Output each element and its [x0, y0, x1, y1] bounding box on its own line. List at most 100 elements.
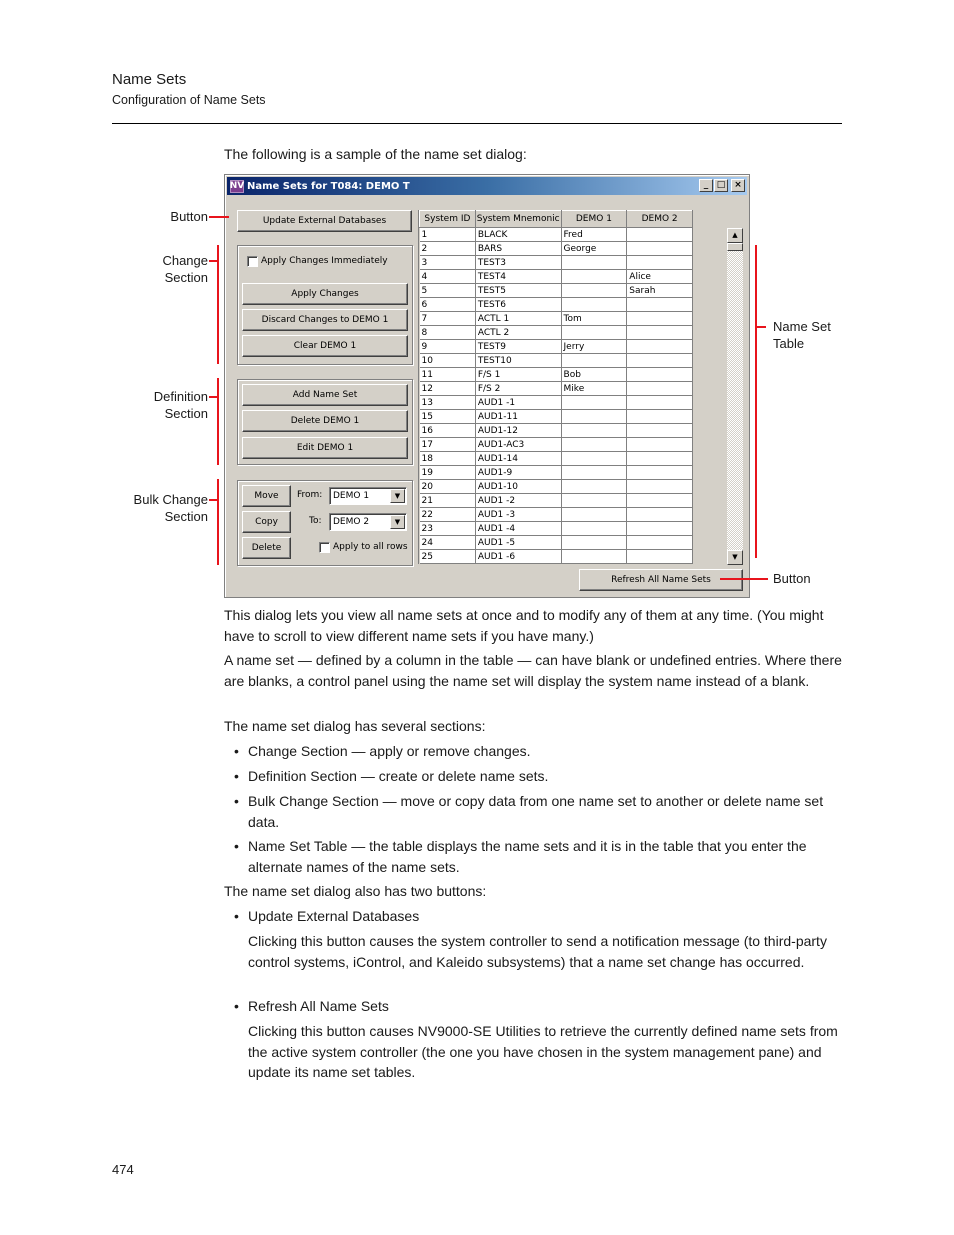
table-cell[interactable] [626, 353, 693, 368]
apply-changes-button[interactable]: Apply Changes [242, 283, 408, 305]
table-row[interactable]: 7 ACTL 1 Tom [419, 311, 693, 326]
table-cell[interactable]: 12 [419, 381, 476, 396]
table-cell[interactable] [626, 409, 693, 424]
column-header[interactable]: DEMO 2 [626, 210, 693, 228]
table-cell[interactable] [626, 549, 693, 564]
table-cell[interactable] [626, 507, 693, 522]
table-cell[interactable]: 23 [419, 521, 476, 536]
table-row[interactable]: 20 AUD1-10 [419, 479, 693, 494]
table-cell[interactable]: F/S 1 [475, 367, 562, 382]
table-cell[interactable]: AUD1 -4 [475, 521, 562, 536]
table-cell[interactable] [626, 437, 693, 452]
table-cell[interactable]: 16 [419, 423, 476, 438]
table-cell[interactable] [561, 255, 628, 270]
table-cell[interactable]: AUD1 -5 [475, 535, 562, 550]
table-cell[interactable]: AUD1-10 [475, 479, 562, 494]
table-row[interactable]: 21 AUD1 -2 [419, 493, 693, 508]
copy-button[interactable]: Copy [242, 511, 291, 533]
table-row[interactable]: 11 F/S 1 Bob [419, 367, 693, 382]
table-cell[interactable]: AUD1-9 [475, 465, 562, 480]
table-cell[interactable]: AUD1-11 [475, 409, 562, 424]
table-cell[interactable]: TEST9 [475, 339, 562, 354]
table-row[interactable]: 25 AUD1 -6 [419, 549, 693, 564]
column-header[interactable]: System Mnemonic [474, 210, 562, 228]
table-cell[interactable]: AUD1 -2 [475, 493, 562, 508]
chevron-down-icon[interactable]: ▼ [390, 489, 405, 503]
table-cell[interactable]: Fred [561, 227, 628, 242]
table-cell[interactable]: 8 [419, 325, 476, 340]
minimize-button[interactable]: _ [699, 179, 713, 192]
table-cell[interactable] [626, 325, 693, 340]
table-cell[interactable] [626, 423, 693, 438]
table-row[interactable]: 9 TEST9 Jerry [419, 339, 693, 354]
chevron-down-icon[interactable]: ▼ [390, 515, 405, 529]
dialog-titlebar[interactable]: NV Name Sets for T084: DEMO T _ □ × [227, 177, 747, 195]
table-cell[interactable] [626, 227, 693, 242]
table-cell[interactable]: TEST10 [475, 353, 562, 368]
table-row[interactable]: 2 BARS George [419, 241, 693, 256]
table-cell[interactable]: TEST4 [475, 269, 562, 284]
column-header[interactable]: System ID [419, 210, 476, 228]
table-cell[interactable] [626, 521, 693, 536]
table-cell[interactable]: 20 [419, 479, 476, 494]
table-row[interactable]: 18 AUD1-14 [419, 451, 693, 466]
from-dropdown[interactable]: DEMO 1 ▼ [329, 487, 407, 505]
apply-changes-immediately-checkbox[interactable] [247, 256, 258, 267]
scroll-up-icon[interactable]: ▲ [727, 228, 743, 243]
delete-name-set-button[interactable]: Delete DEMO 1 [242, 410, 408, 432]
table-cell[interactable]: AUD1 -6 [475, 549, 562, 564]
table-cell[interactable] [626, 493, 693, 508]
discard-changes-button[interactable]: Discard Changes to DEMO 1 [242, 309, 408, 331]
table-cell[interactable]: 22 [419, 507, 476, 522]
table-cell[interactable]: 13 [419, 395, 476, 410]
table-cell[interactable] [561, 521, 628, 536]
table-cell[interactable] [561, 437, 628, 452]
table-cell[interactable]: AUD1-AC3 [475, 437, 562, 452]
table-cell[interactable] [626, 367, 693, 382]
table-cell[interactable]: 6 [419, 297, 476, 312]
delete-button[interactable]: Delete [242, 537, 291, 559]
table-cell[interactable]: BARS [475, 241, 562, 256]
table-cell[interactable]: 1 [419, 227, 476, 242]
table-cell[interactable] [561, 269, 628, 284]
move-button[interactable]: Move [242, 485, 291, 507]
table-cell[interactable]: Jerry [561, 339, 628, 354]
table-cell[interactable] [626, 339, 693, 354]
table-row[interactable]: 16 AUD1-12 [419, 423, 693, 438]
column-header[interactable]: DEMO 1 [560, 210, 628, 228]
table-cell[interactable]: AUD1-14 [475, 451, 562, 466]
table-cell[interactable]: 2 [419, 241, 476, 256]
update-external-databases-button[interactable]: Update External Databases [237, 210, 412, 232]
vertical-scrollbar[interactable]: ▲ ▼ [727, 228, 743, 565]
table-cell[interactable] [561, 479, 628, 494]
table-cell[interactable]: Mike [561, 381, 628, 396]
table-cell[interactable] [561, 409, 628, 424]
table-cell[interactable] [626, 465, 693, 480]
table-cell[interactable]: 25 [419, 549, 476, 564]
table-cell[interactable]: AUD1-12 [475, 423, 562, 438]
table-cell[interactable]: Sarah [626, 283, 693, 298]
table-cell[interactable]: AUD1 -3 [475, 507, 562, 522]
table-cell[interactable]: AUD1 -1 [475, 395, 562, 410]
table-cell[interactable] [626, 479, 693, 494]
close-button[interactable]: × [731, 179, 745, 192]
table-row[interactable]: 23 AUD1 -4 [419, 521, 693, 536]
table-cell[interactable]: 24 [419, 535, 476, 550]
table-row[interactable]: 24 AUD1 -5 [419, 535, 693, 550]
table-cell[interactable]: 15 [419, 409, 476, 424]
scroll-thumb[interactable] [727, 243, 743, 251]
clear-nameset-button[interactable]: Clear DEMO 1 [242, 335, 408, 357]
table-cell[interactable]: 3 [419, 255, 476, 270]
table-cell[interactable] [626, 297, 693, 312]
table-cell[interactable]: Tom [561, 311, 628, 326]
table-cell[interactable]: 18 [419, 451, 476, 466]
maximize-button[interactable]: □ [714, 179, 728, 192]
table-cell[interactable]: 10 [419, 353, 476, 368]
table-cell[interactable]: ACTL 2 [475, 325, 562, 340]
table-cell[interactable]: George [561, 241, 628, 256]
table-row[interactable]: 17 AUD1-AC3 [419, 437, 693, 452]
table-row[interactable]: 1 BLACK Fred [419, 227, 693, 242]
table-row[interactable]: 6 TEST6 [419, 297, 693, 312]
table-row[interactable]: 22 AUD1 -3 [419, 507, 693, 522]
table-row[interactable]: 15 AUD1-11 [419, 409, 693, 424]
